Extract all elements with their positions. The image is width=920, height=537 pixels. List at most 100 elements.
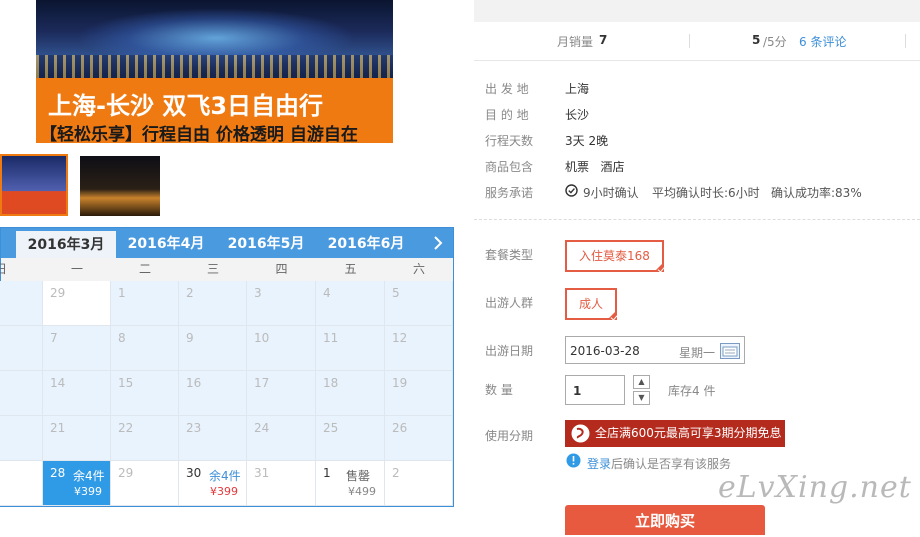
calendar-month-tabs: 2016年3月 2016年4月 2016年5月 2016年6月 [1,228,453,258]
calendar-day-number: 9 [186,331,194,345]
calendar-day-number: 29 [50,286,66,300]
includes-value: 机票 酒店 [565,160,625,174]
sales-stats-row: 月销量 7 5 /5分 6 条评论 [474,28,920,52]
calendar-day-stock: 售罄 [346,469,371,483]
calendar-day-cell [0,416,43,461]
days-label: 行程天数 [485,134,534,148]
travel-date-input[interactable]: 2016-03-28 星期一 [565,336,745,364]
weekday-header-cell: 四 [275,262,288,276]
sales-value: 7 [599,33,608,47]
chevron-right-icon[interactable] [429,231,447,255]
weekday-header-cell: 六 [412,262,425,276]
calendar-day-price: ¥499 [348,485,376,498]
calendar-day-cell: 18 [316,371,385,416]
calendar-day-number: 17 [254,376,270,390]
quantity-decrease-button[interactable]: ▼ [633,391,650,405]
package-option-selected[interactable]: 入住莫泰168 [565,240,664,272]
departure-label: 出 发 地 [485,82,529,96]
calendar-day-number: 5 [392,286,400,300]
tab-month-4[interactable]: 2016年6月 [316,228,416,258]
login-note: 后确认是否享有该服务 [611,457,732,471]
calendar-day-number: 30 [186,466,202,480]
calendar-day-cell: 7 [43,326,111,371]
calendar-day-cell: 8 [111,326,179,371]
check-circle-icon [565,184,578,200]
calendar-day-cell: 10 [247,326,316,371]
calendar-day-cell: 16 [179,371,247,416]
includes-label: 商品包含 [485,160,534,174]
calendar-day-price: ¥399 [74,485,102,498]
calendar-day-cell: 26 [385,416,453,461]
calendar-day-cell: 11 [316,326,385,371]
departure-value: 上海 [565,82,590,96]
banner-title: 上海-长沙 双飞3日自由行 [48,92,324,120]
calendar-day-cell[interactable]: 30 余4件 ¥399 [179,461,247,506]
calendar-day-number: 2 [186,286,194,300]
calendar-day-number: 3 [254,286,262,300]
traveler-option-selected[interactable]: 成人 [565,288,618,320]
package-option-label: 入住莫泰168 [579,249,650,263]
calendar-day-number: 23 [186,421,202,435]
thumbnail-2[interactable] [80,156,160,216]
calendar-day-stock: 余4件 [209,469,241,483]
buy-now-button[interactable]: 立即购买 [565,505,765,535]
calendar-day-cell: 9 [179,326,247,371]
calendar-day-cell[interactable]: 1 售罄 ¥499 [316,461,385,506]
calendar-day-number: 18 [323,376,339,390]
calendar-day-cell: 1 [111,281,179,326]
calendar-day-cell: 29 [111,461,179,506]
calendar-day-cell: 2 [385,461,453,506]
reviews-link[interactable]: 6 条评论 [799,33,846,50]
quantity-increase-button[interactable]: ▲ [633,375,650,389]
installment-promo-text: 全店满600元最高可享3期分期免息 [595,426,782,440]
quantity-input[interactable]: 1 [565,375,625,405]
calendar-day-cell [0,281,43,326]
calendar-day-number: 16 [186,376,202,390]
installment-logo-icon [571,424,590,453]
installment-label: 使用分期 [485,429,534,443]
login-link[interactable]: 登录 [587,455,611,472]
calendar-day-cell: 2 [179,281,247,326]
calendar-day-price: ¥399 [210,485,238,498]
destination-value: 长沙 [565,108,590,122]
calendar-day-cell [0,371,43,416]
weekday-header-cell: 五 [344,262,357,276]
stock-text: 库存4 件 [668,384,716,398]
calendar-icon[interactable] [720,343,740,362]
calendar-day-cell [0,461,43,506]
calendar-day-number: 11 [323,331,339,345]
calendar-day-number: 21 [50,421,66,435]
selected-check-icon [653,262,664,272]
watermark: eLvXing.net [718,470,912,505]
calendar-day-number: 10 [254,331,270,345]
calendar-day-cell: 24 [247,416,316,461]
calendar-day-number: 14 [50,376,66,390]
tab-month-1[interactable]: 2016年3月 [16,231,116,258]
promise-average-time: 平均确认时长:6小时 [652,186,760,200]
score-value: 5 [752,33,761,47]
calendar-day-number: 19 [392,376,408,390]
calendar-day-number: 1 [118,286,126,300]
banner-photo [36,0,393,78]
calendar-day-number: 1 [323,466,331,480]
promise-success-rate: 确认成功率:83% [771,186,862,200]
calendar-day-cell: 19 [385,371,453,416]
tab-month-2[interactable]: 2016年4月 [116,228,216,258]
quantity-value: 1 [573,384,582,398]
weekday-header-cell: 一 [70,262,83,276]
sales-label: 月销量 [557,35,594,49]
installment-promo-banner[interactable]: 全店满600元最高可享3期分期免息 [565,420,785,447]
calendar-day-cell [0,326,43,371]
calendar-day-stock: 余4件 [73,469,105,483]
thumbnail-1[interactable] [0,154,68,216]
calendar-day-cell: 15 [111,371,179,416]
package-type-label: 套餐类型 [485,248,534,262]
calendar-day-number: 24 [254,421,270,435]
calendar-day-number: 31 [254,466,270,480]
calendar-day-cell: 12 [385,326,453,371]
tab-month-3[interactable]: 2016年5月 [216,228,316,258]
calendar-day-cell[interactable]: 28 余4件 ¥399 [43,461,111,506]
info-icon [566,453,581,471]
calendar-day-number: 22 [118,421,134,435]
weekday-header-cell: 三 [206,262,219,276]
